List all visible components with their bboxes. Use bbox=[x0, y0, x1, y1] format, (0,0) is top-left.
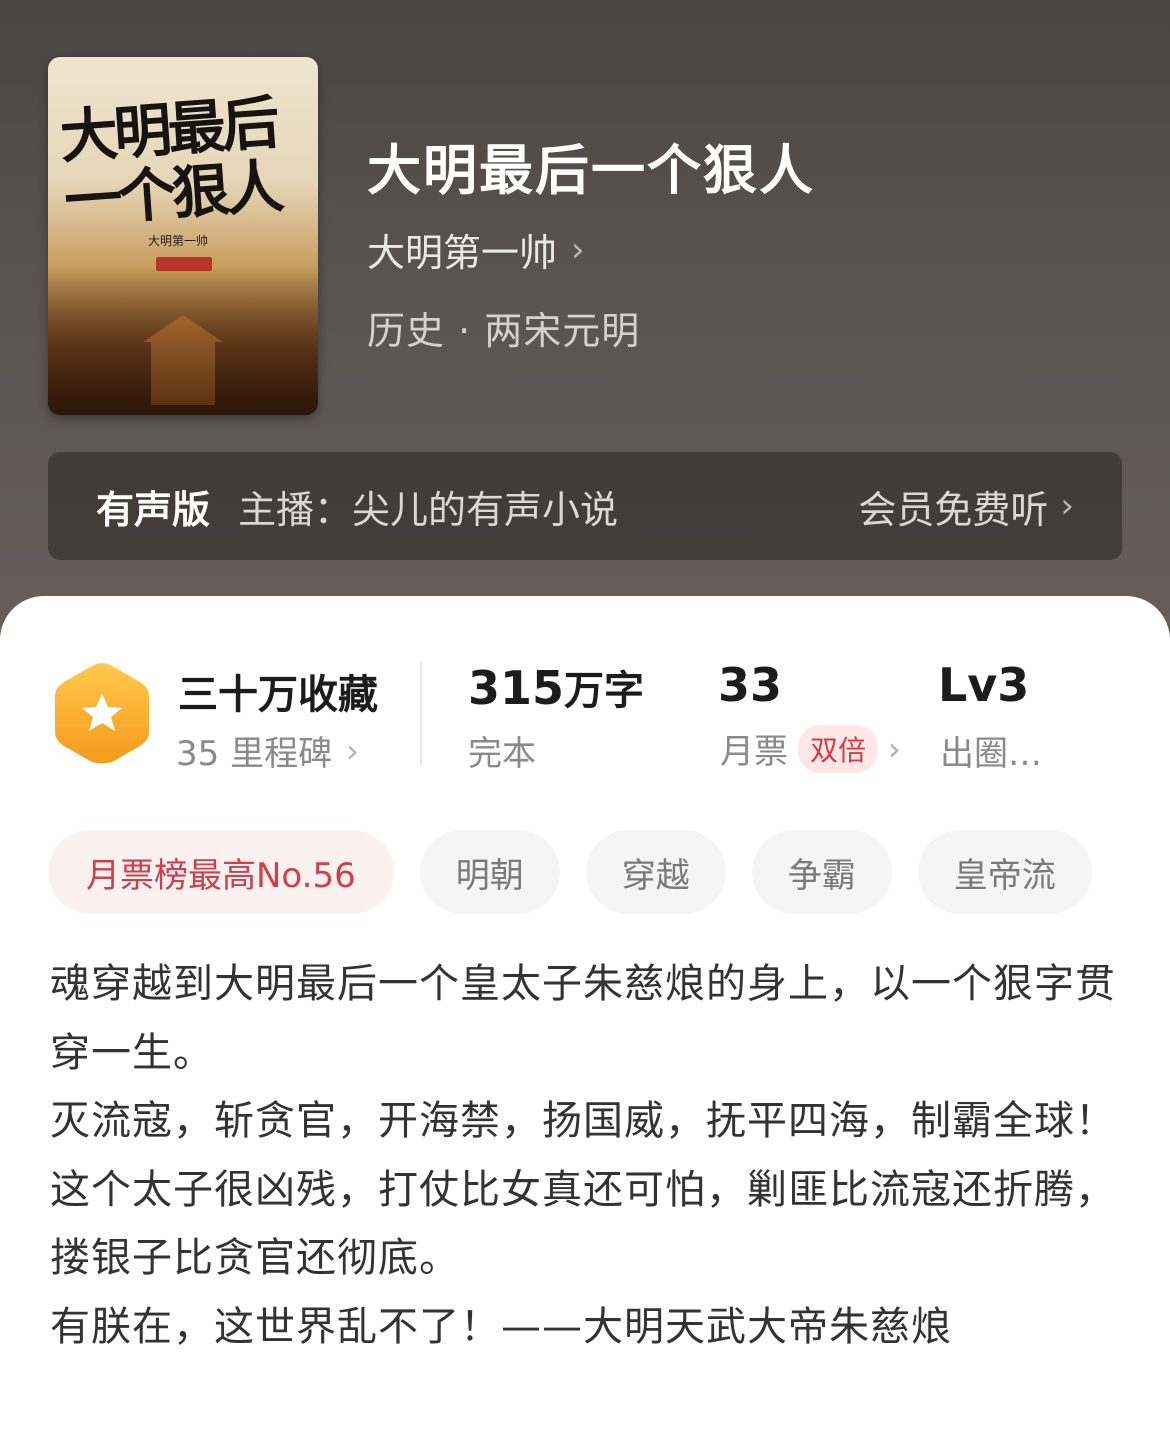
completion-status: 完本 bbox=[468, 734, 536, 774]
description-paragraph: 灭流寇，斩贪官，开海禁，扬国威，抚平四海，制霸全球！ bbox=[50, 1098, 1116, 1144]
vip-free-listen-label: 会员免费听 bbox=[858, 487, 1049, 532]
word-count-unit: 万字 bbox=[564, 668, 645, 714]
tag-time-travel[interactable]: 穿越 bbox=[585, 830, 726, 914]
description-paragraph: 这个太子很凶残，打仗比女真还可怕，剿匪比流寇还折腾，搂银子比贪官还彻底。 bbox=[50, 1166, 1116, 1282]
word-count-value: 315 bbox=[468, 661, 565, 715]
description-paragraph: 魂穿越到大明最后一个皇太子朱慈烺的身上，以一个狠字贯穿一生。 bbox=[50, 961, 1116, 1076]
favorites-count: 三十万收藏 bbox=[178, 672, 378, 718]
favorites-star-badge-icon bbox=[55, 663, 149, 764]
monthly-votes-label: 月票 bbox=[720, 732, 788, 772]
double-votes-badge: 双倍 bbox=[798, 724, 879, 773]
cover-author: 大明第一帅 bbox=[148, 234, 209, 248]
monthly-votes-link[interactable]: 月票 双倍 › bbox=[720, 724, 901, 773]
chevron-right-icon: › bbox=[346, 731, 359, 770]
audio-version-bar[interactable]: 有声版 主播：尖儿的有声小说 会员免费听 › bbox=[48, 452, 1122, 560]
milestones-link[interactable]: 35 里程碑 › bbox=[176, 726, 359, 775]
book-description[interactable]: 魂穿越到大明最后一个皇太子朱慈烺的身上，以一个狠字贯穿一生。 灭流寇，斩贪官，开… bbox=[50, 950, 1120, 1361]
book-genre: 历史 · 两宋元明 bbox=[367, 309, 641, 353]
audio-host: 主播：尖儿的有声小说 bbox=[238, 487, 619, 532]
audio-label: 有声版 bbox=[96, 487, 211, 532]
tag-list: 月票榜最高No.56 明朝 穿越 争霸 皇帝流 bbox=[48, 830, 1092, 914]
chevron-right-icon: › bbox=[1060, 486, 1074, 526]
book-cover[interactable]: 大明最后一个狠人 大明第一帅 bbox=[48, 57, 318, 415]
popularity-level: Lv3 bbox=[938, 658, 1030, 712]
tag-emperor[interactable]: 皇帝流 bbox=[917, 830, 1092, 914]
tag-ming-dynasty[interactable]: 明朝 bbox=[419, 830, 560, 914]
author-name: 大明第一帅 bbox=[367, 231, 558, 275]
tag-monthly-rank[interactable]: 月票榜最高No.56 bbox=[48, 830, 394, 914]
vip-free-listen[interactable]: 会员免费听 › bbox=[858, 479, 1074, 534]
tag-conquest[interactable]: 争霸 bbox=[751, 830, 892, 914]
monthly-votes-count: 33 bbox=[718, 658, 783, 712]
word-count: 315万字 bbox=[468, 658, 644, 716]
chevron-right-icon: › bbox=[888, 729, 901, 768]
milestones-label: 35 里程碑 bbox=[176, 734, 333, 774]
description-paragraph: 有朕在，这世界乱不了！——大明天武大帝朱慈烺 bbox=[50, 1303, 952, 1350]
chevron-right-icon: › bbox=[571, 229, 585, 270]
stats-divider bbox=[420, 662, 422, 766]
author-link[interactable]: 大明第一帅 › bbox=[367, 222, 585, 277]
cover-title: 大明最后一个狠人 bbox=[57, 88, 283, 236]
popularity-level-label[interactable]: 出圈… bbox=[940, 726, 1042, 775]
book-title: 大明最后一个狠人 bbox=[367, 139, 815, 202]
